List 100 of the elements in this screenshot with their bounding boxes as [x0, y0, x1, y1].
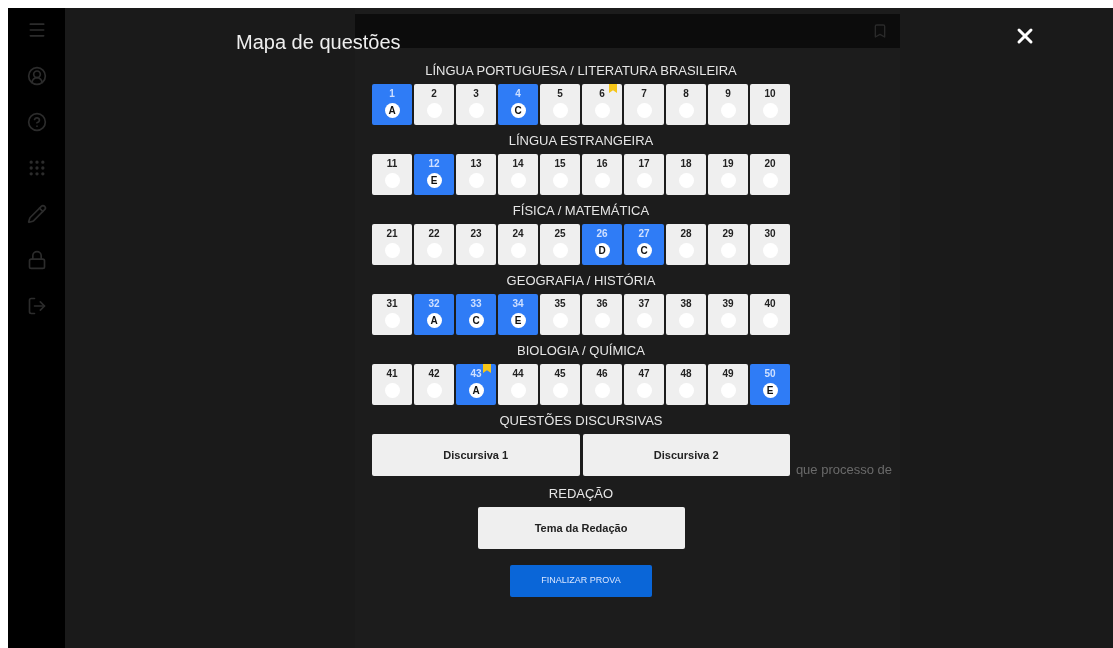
question-tile[interactable]: 16: [582, 154, 622, 195]
question-tile[interactable]: 45: [540, 364, 580, 405]
question-tile[interactable]: 39: [708, 294, 748, 335]
question-number: 5: [557, 88, 563, 100]
question-tile[interactable]: 21: [372, 224, 412, 265]
question-number: 38: [680, 298, 692, 310]
question-tile[interactable]: 13: [456, 154, 496, 195]
question-number: 28: [680, 228, 692, 240]
question-number: 6: [599, 88, 605, 100]
question-number: 35: [554, 298, 566, 310]
question-tile[interactable]: 9: [708, 84, 748, 125]
question-tile[interactable]: 47: [624, 364, 664, 405]
question-number: 1: [389, 88, 395, 100]
question-tile[interactable]: 44: [498, 364, 538, 405]
question-tile[interactable]: 43 A: [456, 364, 496, 405]
question-tile[interactable]: 31: [372, 294, 412, 335]
question-tile[interactable]: 5: [540, 84, 580, 125]
question-number: 50: [764, 368, 776, 380]
question-tile[interactable]: 33 C: [456, 294, 496, 335]
question-tile[interactable]: 42: [414, 364, 454, 405]
question-tile[interactable]: 20: [750, 154, 790, 195]
question-tile[interactable]: 10: [750, 84, 790, 125]
pencil-icon[interactable]: [26, 204, 47, 224]
answer-letter: A: [384, 103, 400, 118]
answer-letter: E: [762, 383, 778, 398]
question-tile[interactable]: 6: [582, 84, 622, 125]
question-tile[interactable]: 41: [372, 364, 412, 405]
question-tile[interactable]: 23: [456, 224, 496, 265]
discursive-button[interactable]: Discursiva 1: [372, 434, 580, 476]
logout-icon[interactable]: [26, 296, 47, 316]
section-heading: LÍNGUA ESTRANGEIRA: [508, 133, 654, 149]
question-number: 37: [638, 298, 650, 310]
question-number: 20: [764, 158, 776, 170]
question-number: 3: [473, 88, 479, 100]
question-tile[interactable]: 46: [582, 364, 622, 405]
question-tile[interactable]: 19: [708, 154, 748, 195]
help-icon[interactable]: [26, 112, 47, 132]
question-number: 11: [386, 158, 398, 170]
question-number: 15: [554, 158, 566, 170]
question-number: 21: [386, 228, 398, 240]
question-tile[interactable]: 27 C: [624, 224, 664, 265]
question-tile[interactable]: 32 A: [414, 294, 454, 335]
finish-exam-button[interactable]: FINALIZAR PROVA: [510, 565, 652, 597]
question-tile[interactable]: 30: [750, 224, 790, 265]
question-tile[interactable]: 17: [624, 154, 664, 195]
question-tile[interactable]: 22: [414, 224, 454, 265]
question-number: 24: [512, 228, 524, 240]
question-tile[interactable]: 37: [624, 294, 664, 335]
section-heading: BIOLOGIA / QUÍMICA: [517, 343, 645, 359]
question-number: 40: [764, 298, 776, 310]
question-number: 16: [596, 158, 608, 170]
question-tile[interactable]: 34 E: [498, 294, 538, 335]
question-tile[interactable]: 35: [540, 294, 580, 335]
question-tile[interactable]: 2: [414, 84, 454, 125]
answer-letter: C: [636, 243, 652, 258]
question-tile[interactable]: 49: [708, 364, 748, 405]
essay-button[interactable]: Tema da Redação: [477, 507, 685, 549]
question-number: 17: [638, 158, 650, 170]
bookmark-icon[interactable]: [872, 23, 888, 39]
question-number: 29: [722, 228, 734, 240]
question-tile[interactable]: 36: [582, 294, 622, 335]
answer-letter: C: [468, 313, 484, 328]
question-number: 39: [722, 298, 734, 310]
question-number: 36: [596, 298, 608, 310]
question-number: 45: [554, 368, 566, 380]
question-tile[interactable]: 26 D: [582, 224, 622, 265]
question-tile[interactable]: 8: [666, 84, 706, 125]
question-tile[interactable]: 48: [666, 364, 706, 405]
question-tile[interactable]: 29: [708, 224, 748, 265]
question-tile[interactable]: 40: [750, 294, 790, 335]
question-number: 10: [764, 88, 776, 100]
question-tile[interactable]: 50 E: [750, 364, 790, 405]
question-number: 19: [722, 158, 734, 170]
question-text: que processo de: [795, 461, 892, 479]
discursive-button[interactable]: Discursiva 2: [582, 434, 790, 476]
question-tile[interactable]: 18: [666, 154, 706, 195]
answer-letter: E: [510, 313, 526, 328]
question-number: 25: [554, 228, 566, 240]
question-number: 27: [638, 228, 650, 240]
question-number: 14: [512, 158, 524, 170]
question-number: 30: [764, 228, 776, 240]
question-tile[interactable]: 24: [498, 224, 538, 265]
lock-icon[interactable]: [26, 250, 47, 270]
section-heading: GEOGRAFIA / HISTÓRIA: [506, 273, 656, 289]
question-tile[interactable]: 7: [624, 84, 664, 125]
question-tile[interactable]: 3: [456, 84, 496, 125]
question-number: 47: [638, 368, 650, 380]
question-number: 31: [386, 298, 398, 310]
user-icon[interactable]: [26, 66, 47, 86]
question-tile[interactable]: 4 C: [498, 84, 538, 125]
question-tile[interactable]: 38: [666, 294, 706, 335]
question-tile[interactable]: 14: [498, 154, 538, 195]
question-tile[interactable]: 1 A: [372, 84, 412, 125]
section-heading: FÍSICA / MATEMÁTICA: [512, 203, 650, 219]
question-number: 34: [512, 298, 524, 310]
question-tile[interactable]: 15: [540, 154, 580, 195]
question-tile[interactable]: 28: [666, 224, 706, 265]
question-tile[interactable]: 25: [540, 224, 580, 265]
question-tile[interactable]: 12 E: [414, 154, 454, 195]
question-tile[interactable]: 11: [372, 154, 412, 195]
